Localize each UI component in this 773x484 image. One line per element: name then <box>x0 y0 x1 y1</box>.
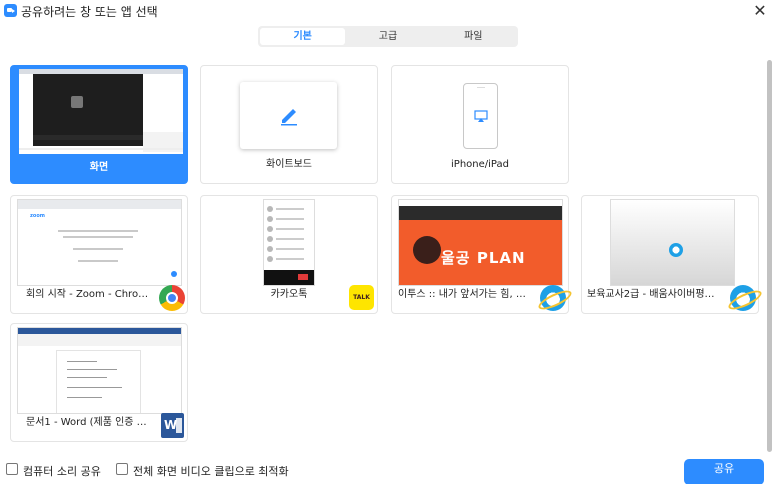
word-icon: W <box>161 413 184 438</box>
window-thumbnail <box>610 199 735 286</box>
banner-text: 울공 PLAN <box>441 249 526 267</box>
share-item-label: iPhone/iPad <box>451 159 509 170</box>
ie-icon <box>730 285 756 311</box>
ie-icon <box>540 285 566 311</box>
share-item-label: 화이트보드 <box>266 159 312 170</box>
share-computer-sound-label[interactable]: 컴퓨터 소리 공유 <box>23 463 101 479</box>
share-item-label: 회의 시작 - Zoom - Chrome <box>26 289 151 300</box>
bottom-options: 컴퓨터 소리 공유 전체 화면 비디오 클립으로 최적화 <box>0 452 773 484</box>
share-item-whiteboard[interactable]: 화이트보드 <box>200 65 378 184</box>
share-item-label: 화면 <box>89 162 109 173</box>
chrome-icon <box>159 285 185 311</box>
share-screen-dialog: 공유하려는 창 또는 앱 선택 ✕ 기본 고급 파일 화면 화이트보드 iPho… <box>0 0 773 484</box>
window-thumbnail: 울공 PLAN <box>398 199 563 286</box>
scrollbar[interactable] <box>766 60 772 452</box>
tab-bar: 기본 고급 파일 <box>258 26 518 47</box>
share-item-label: 보육교사2급 - 배움사이버평생교... <box>587 289 722 300</box>
screen-thumbnail <box>19 69 183 154</box>
optimize-video-checkbox[interactable] <box>116 463 128 475</box>
share-button[interactable]: 공유 <box>684 459 764 484</box>
tab-file[interactable]: 파일 <box>431 28 516 45</box>
kakaotalk-icon: TALK <box>349 285 374 310</box>
ie-loading-icon <box>669 243 683 257</box>
optimize-video-label[interactable]: 전체 화면 비디오 클립으로 최적화 <box>133 463 289 479</box>
window-thumbnail <box>263 199 315 286</box>
whiteboard-preview <box>240 82 337 149</box>
title-bar: 공유하려는 창 또는 앱 선택 ✕ <box>0 0 773 22</box>
share-item-etoos[interactable]: 울공 PLAN 이투스 :: 내가 앞서가는 힘, 이투... <box>391 195 569 314</box>
scrollbar-thumb[interactable] <box>767 60 772 452</box>
share-item-zoom-chrome[interactable]: zoom 회의 시작 - Zoom - Chrome <box>10 195 188 314</box>
share-item-boyuk[interactable]: 보육교사2급 - 배움사이버평생교... <box>581 195 759 314</box>
phone-preview <box>463 83 498 149</box>
window-title: 공유하려는 창 또는 앱 선택 <box>21 5 158 19</box>
share-item-kakaotalk[interactable]: 카카오톡 TALK <box>200 195 378 314</box>
zoom-logo: zoom <box>30 213 45 219</box>
window-thumbnail <box>17 327 182 414</box>
close-button[interactable]: ✕ <box>750 1 770 21</box>
tab-advanced[interactable]: 고급 <box>345 28 430 45</box>
share-item-label: 이투스 :: 내가 앞서가는 힘, 이투... <box>398 289 532 300</box>
pencil-icon <box>281 109 297 126</box>
tab-basic[interactable]: 기본 <box>260 28 346 45</box>
airplay-icon <box>474 110 488 122</box>
share-item-word[interactable]: 문서1 - Word (제품 인증 실패) W <box>10 323 188 442</box>
share-computer-sound-checkbox[interactable] <box>6 463 18 475</box>
share-item-screen[interactable]: 화면 <box>10 65 188 184</box>
zoom-app-icon <box>4 4 17 17</box>
share-item-iphone-ipad[interactable]: iPhone/iPad <box>391 65 569 184</box>
share-item-label: 문서1 - Word (제품 인증 실패) <box>26 417 151 428</box>
window-thumbnail: zoom <box>17 199 182 286</box>
